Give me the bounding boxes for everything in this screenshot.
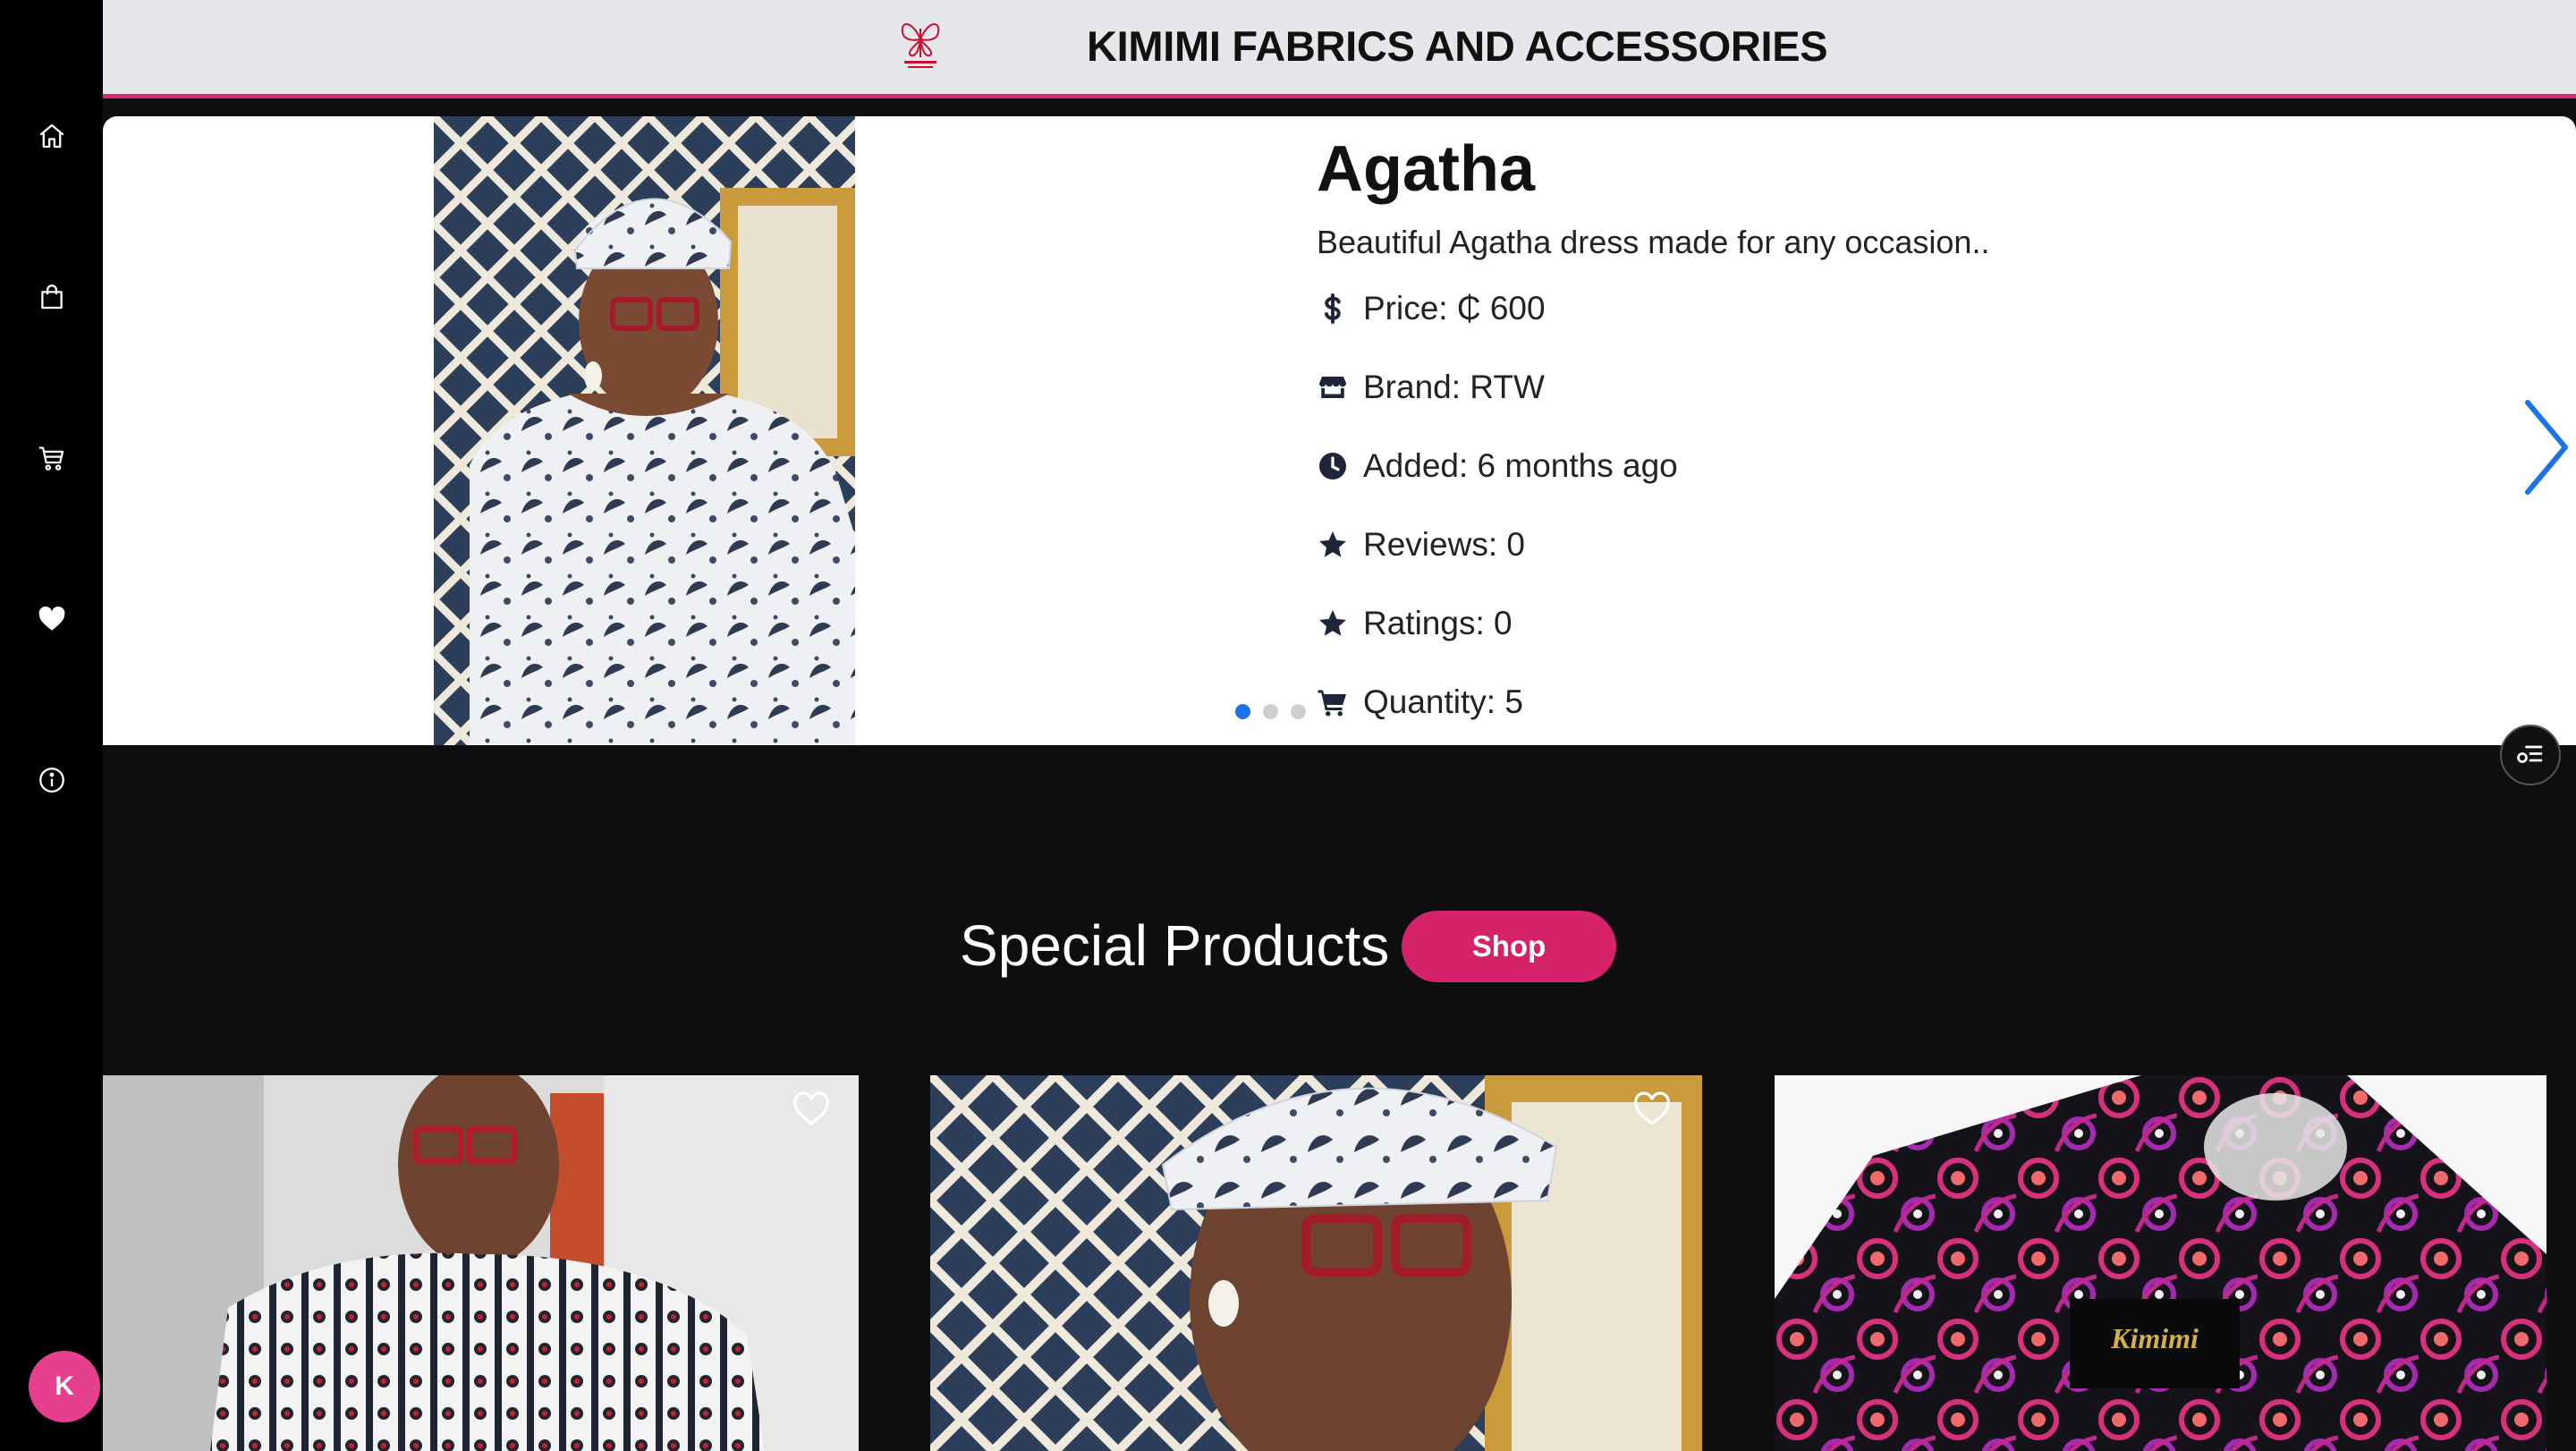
carousel-dot-2[interactable] <box>1263 704 1278 719</box>
heart-outline-icon[interactable] <box>1631 1088 1674 1131</box>
star-icon <box>1319 531 1346 557</box>
product-reviews: Reviews: 0 <box>1363 526 1525 563</box>
product-title: Agatha <box>1317 133 1536 205</box>
sidebar-item-shop[interactable] <box>0 257 103 337</box>
shopping-bag-icon <box>40 284 63 310</box>
product-brand: Brand: RTW <box>1363 369 1545 405</box>
carousel-indicators <box>1235 704 1306 719</box>
carousel-dot-1[interactable] <box>1235 704 1250 719</box>
product-ratings-row: Ratings: 0 <box>1317 601 1513 646</box>
shop-button[interactable]: Shop <box>1402 911 1616 982</box>
home-icon <box>39 123 64 148</box>
filter-list-icon <box>2517 745 2543 763</box>
product-description: Beautiful Agatha dress made for any occa… <box>1317 224 1990 260</box>
section-title: Special Products <box>960 913 1390 978</box>
product-added-row: Added: 6 months ago <box>1317 444 1678 488</box>
star-icon <box>1319 610 1346 636</box>
fabric-label-logo: Kimimi <box>2110 1322 2199 1354</box>
product-brand-row: Brand: RTW <box>1317 365 1545 410</box>
chevron-right-icon[interactable] <box>2504 385 2576 510</box>
site-title[interactable]: KIMIMI FABRICS AND ACCESSORIES <box>1087 21 1828 71</box>
product-ratings: Ratings: 0 <box>1363 605 1513 641</box>
product-added: Added: 6 months ago <box>1363 447 1678 484</box>
dollar-icon <box>1325 293 1341 324</box>
cart-icon <box>38 446 64 471</box>
product-card[interactable] <box>930 1075 1702 1451</box>
product-price-row: Price: ₵ 600 <box>1317 286 1546 331</box>
cart-icon <box>1318 690 1346 717</box>
product-image[interactable] <box>434 116 855 745</box>
clock-icon <box>1319 453 1346 479</box>
filter-menu-button[interactable] <box>2500 725 2561 785</box>
product-card[interactable] <box>103 1075 859 1451</box>
top-header: KIMIMI FABRICS AND ACCESSORIES <box>103 0 2576 98</box>
dress-photo <box>434 116 855 745</box>
butterfly-logo-icon[interactable] <box>883 13 958 73</box>
product-reviews-row: Reviews: 0 <box>1317 522 1525 567</box>
heart-icon <box>38 606 64 631</box>
product-card[interactable]: Kimimi <box>1775 1075 2546 1451</box>
product-photo <box>930 1075 1702 1451</box>
sidebar-item-cart[interactable] <box>0 418 103 498</box>
product-quantity-row: Quantity: 5 <box>1317 680 1523 725</box>
sidebar-item-about[interactable] <box>0 740 103 820</box>
sidebar: K <box>0 0 103 1451</box>
heart-outline-icon[interactable] <box>790 1088 833 1131</box>
user-avatar[interactable]: K <box>29 1351 100 1422</box>
info-icon <box>38 768 64 793</box>
product-price: Price: ₵ 600 <box>1363 290 1546 327</box>
product-photo <box>103 1075 859 1451</box>
sidebar-item-home[interactable] <box>0 96 103 176</box>
featured-carousel: Agatha Beautiful Agatha dress made for a… <box>103 116 2576 745</box>
product-quantity: Quantity: 5 <box>1363 683 1523 720</box>
carousel-dot-3[interactable] <box>1291 704 1306 719</box>
sidebar-item-favorites[interactable] <box>0 579 103 659</box>
store-icon <box>1319 377 1346 398</box>
product-photo: Kimimi <box>1775 1075 2546 1451</box>
